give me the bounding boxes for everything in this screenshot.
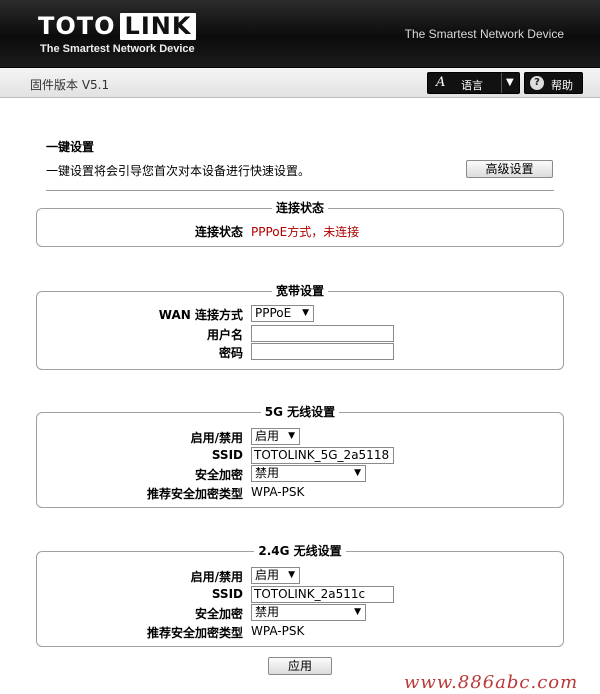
wifi-5g-enable-value: 启用 bbox=[255, 429, 280, 443]
site-watermark: www.886abc.com bbox=[404, 672, 579, 693]
connection-status-label: 连接状态 bbox=[194, 225, 243, 239]
wifi-5g-security-row: 安全加密 禁用 ▼ bbox=[37, 465, 563, 483]
wifi-5g-ssid-input[interactable]: TOTOLINK_5G_2a5118 bbox=[251, 447, 394, 464]
wifi-5g-enable-select[interactable]: 启用 ▼ bbox=[251, 428, 300, 445]
broadband-settings-legend: 宽带设置 bbox=[271, 284, 328, 298]
password-input[interactable] bbox=[251, 343, 394, 360]
header-bar: TOTO LINK The Smartest Network Device Th… bbox=[0, 0, 600, 68]
wifi-24g-security-row: 安全加密 禁用 ▼ bbox=[37, 604, 563, 622]
language-icon: A bbox=[436, 75, 446, 90]
wifi-5g-recommend-row: 推荐安全加密类型 WPA-PSK bbox=[37, 484, 563, 502]
wifi-5g-recommend-value: WPA-PSK bbox=[251, 485, 305, 499]
wifi-24g-recommend-label: 推荐安全加密类型 bbox=[146, 626, 243, 640]
wifi-24g-enable-value: 启用 bbox=[255, 568, 280, 582]
chevron-down-icon: ▼ bbox=[288, 431, 295, 441]
logo-word-link: LINK bbox=[119, 13, 197, 40]
help-button[interactable]: ? 帮助 bbox=[524, 72, 583, 94]
advanced-settings-button[interactable]: 高级设置 bbox=[466, 160, 553, 178]
wifi-24g-settings-group: 2.4G 无线设置 启用/禁用 启用 ▼ SSID TOTOLINK_2a511… bbox=[36, 544, 564, 647]
wifi-5g-security-value: 禁用 bbox=[255, 466, 280, 480]
wifi-5g-enable-row: 启用/禁用 启用 ▼ bbox=[37, 428, 563, 446]
toolbar: 固件版本 V5.1 A 语言 ▼ ? 帮助 bbox=[0, 68, 600, 98]
wan-type-select[interactable]: PPPoE ▼ bbox=[251, 305, 314, 322]
help-label: 帮助 bbox=[551, 79, 573, 92]
help-icon: ? bbox=[530, 76, 544, 90]
wifi-24g-legend: 2.4G 无线设置 bbox=[254, 544, 346, 558]
wifi-24g-enable-label: 启用/禁用 bbox=[190, 570, 243, 584]
language-dropdown[interactable]: A 语言 ▼ bbox=[427, 72, 520, 94]
chevron-down-icon: ▼ bbox=[302, 308, 309, 318]
username-input[interactable] bbox=[251, 325, 394, 342]
wifi-24g-security-value: 禁用 bbox=[255, 605, 280, 619]
wifi-5g-settings-group: 5G 无线设置 启用/禁用 启用 ▼ SSID TOTOLINK_5G_2a51… bbox=[36, 405, 564, 508]
page-description: 一键设置将会引导您首次对本设备进行快速设置。 bbox=[46, 164, 311, 178]
firmware-version: 固件版本 V5.1 bbox=[30, 78, 110, 92]
chevron-down-icon: ▼ bbox=[506, 77, 514, 88]
apply-button[interactable]: 应用 bbox=[268, 657, 332, 675]
divider bbox=[46, 190, 554, 191]
wifi-24g-security-label: 安全加密 bbox=[194, 607, 243, 621]
wifi-24g-recommend-value: WPA-PSK bbox=[251, 624, 305, 638]
wifi-5g-security-label: 安全加密 bbox=[194, 468, 243, 482]
wifi-5g-legend: 5G 无线设置 bbox=[260, 405, 340, 419]
wan-type-row: WAN 连接方式 PPPoE ▼ bbox=[37, 305, 563, 323]
header-slogan: The Smartest Network Device bbox=[404, 27, 564, 41]
page-title: 一键设置 bbox=[46, 140, 95, 154]
wifi-5g-recommend-label: 推荐安全加密类型 bbox=[146, 487, 243, 501]
connection-status-legend: 连接状态 bbox=[271, 201, 328, 215]
chevron-down-icon: ▼ bbox=[288, 570, 295, 580]
wifi-24g-ssid-input[interactable]: TOTOLINK_2a511c bbox=[251, 586, 394, 603]
connection-status-group: 连接状态 连接状态 PPPoE方式，未连接 bbox=[36, 201, 564, 247]
language-separator bbox=[501, 73, 502, 93]
wifi-5g-ssid-row: SSID TOTOLINK_5G_2a5118 bbox=[37, 447, 563, 465]
broadband-settings-group: 宽带设置 WAN 连接方式 PPPoE ▼ 用户名 密码 bbox=[36, 284, 564, 370]
wifi-24g-recommend-row: 推荐安全加密类型 WPA-PSK bbox=[37, 623, 563, 641]
wifi-24g-ssid-label: SSID bbox=[211, 587, 243, 601]
wifi-5g-enable-label: 启用/禁用 bbox=[190, 431, 243, 445]
username-row: 用户名 bbox=[37, 325, 563, 343]
logo-tagline: The Smartest Network Device bbox=[40, 43, 195, 55]
wifi-24g-security-select[interactable]: 禁用 ▼ bbox=[251, 604, 366, 621]
username-label: 用户名 bbox=[206, 328, 243, 342]
chevron-down-icon: ▼ bbox=[354, 468, 361, 478]
wifi-5g-security-select[interactable]: 禁用 ▼ bbox=[251, 465, 366, 482]
logo-word-toto: TOTO bbox=[38, 12, 116, 40]
language-label: 语言 bbox=[461, 79, 483, 92]
wifi-5g-ssid-label: SSID bbox=[211, 448, 243, 462]
wifi-24g-ssid-row: SSID TOTOLINK_2a511c bbox=[37, 586, 563, 604]
wan-type-value: PPPoE bbox=[255, 306, 292, 320]
connection-status-value: PPPoE方式，未连接 bbox=[251, 225, 360, 239]
connection-status-row: 连接状态 PPPoE方式，未连接 bbox=[37, 222, 563, 240]
wifi-24g-enable-select[interactable]: 启用 ▼ bbox=[251, 567, 300, 584]
totolink-logo: TOTO LINK The Smartest Network Device bbox=[38, 12, 197, 55]
wifi-24g-enable-row: 启用/禁用 启用 ▼ bbox=[37, 567, 563, 585]
chevron-down-icon: ▼ bbox=[354, 607, 361, 617]
wan-type-label: WAN 连接方式 bbox=[158, 308, 243, 322]
password-row: 密码 bbox=[37, 343, 563, 361]
password-label: 密码 bbox=[218, 346, 243, 360]
